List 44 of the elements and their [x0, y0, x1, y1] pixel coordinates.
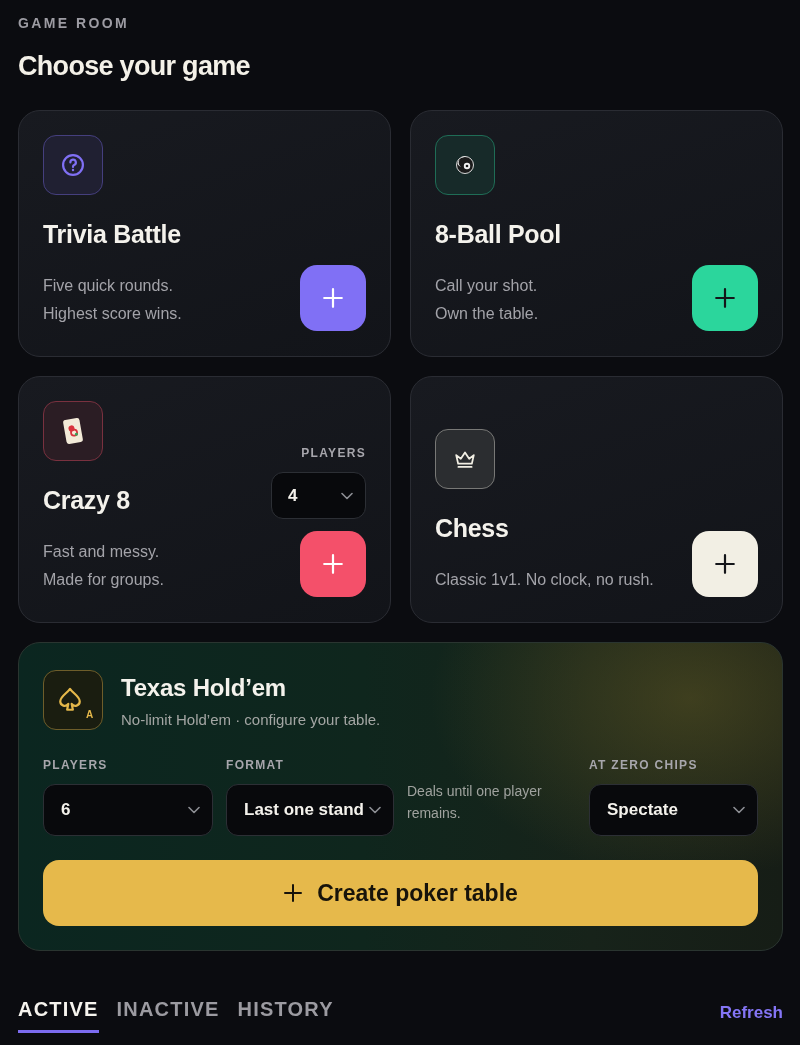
game-description: Five quick rounds. Highest score wins. — [43, 276, 182, 324]
plus-icon — [714, 287, 736, 309]
plus-icon — [322, 287, 344, 309]
game-title: Crazy 8 — [43, 485, 130, 515]
spade-icon — [43, 670, 103, 730]
question-icon — [43, 135, 103, 195]
field-label: AT ZERO CHIPS — [589, 759, 699, 772]
add-game-button[interactable] — [300, 531, 366, 597]
game-title: 8-Ball Pool — [435, 219, 561, 249]
field-label: PLAYERS — [43, 759, 109, 772]
tab[interactable]: ACTIVE — [18, 997, 99, 1033]
crown-icon — [435, 429, 495, 489]
field-label: FORMAT — [226, 759, 286, 772]
game-title: Trivia Battle — [43, 219, 181, 249]
game-description: Call your shot. Own the table. — [435, 276, 539, 324]
plus-icon — [714, 553, 736, 575]
add-game-button[interactable] — [692, 531, 758, 597]
chevron-down-icon — [369, 806, 381, 814]
game-description: Fast and messy. Made for groups. — [43, 542, 164, 590]
chevron-down-icon — [188, 806, 200, 814]
playing-card-icon — [43, 401, 103, 461]
field-hint: Deals until one player remains. — [407, 782, 543, 823]
dropdown-select[interactable]: Last one stand — [226, 784, 394, 836]
plus-icon — [322, 553, 344, 575]
ace-letter: A — [86, 709, 94, 721]
game-description: Classic 1v1. No clock, no rush. — [435, 570, 654, 590]
tab[interactable]: HISTORY — [237, 997, 334, 1033]
dropdown-select[interactable]: 6 — [43, 784, 213, 836]
chevron-down-icon — [341, 491, 353, 500]
tab[interactable]: INACTIVE — [116, 997, 220, 1033]
game-title: Chess — [435, 513, 509, 543]
add-game-button[interactable] — [692, 265, 758, 331]
add-game-button[interactable] — [300, 265, 366, 331]
plus-icon — [283, 883, 304, 903]
players-label: PLAYERS — [301, 447, 366, 460]
create-table-button[interactable]: Create poker table — [43, 860, 758, 926]
players-select[interactable]: 4 — [271, 472, 366, 519]
chevron-down-icon — [733, 806, 745, 814]
poker-subtitle: No-limit Hold’em · configure your table. — [121, 710, 381, 730]
poker-title: Texas Hold’em — [121, 673, 287, 703]
page-title: Choose your game — [18, 50, 251, 83]
section-eyebrow: GAME ROOM — [18, 14, 131, 32]
refresh-link[interactable]: Refresh — [719, 1003, 783, 1023]
dropdown-select[interactable]: Spectate — [589, 784, 758, 836]
